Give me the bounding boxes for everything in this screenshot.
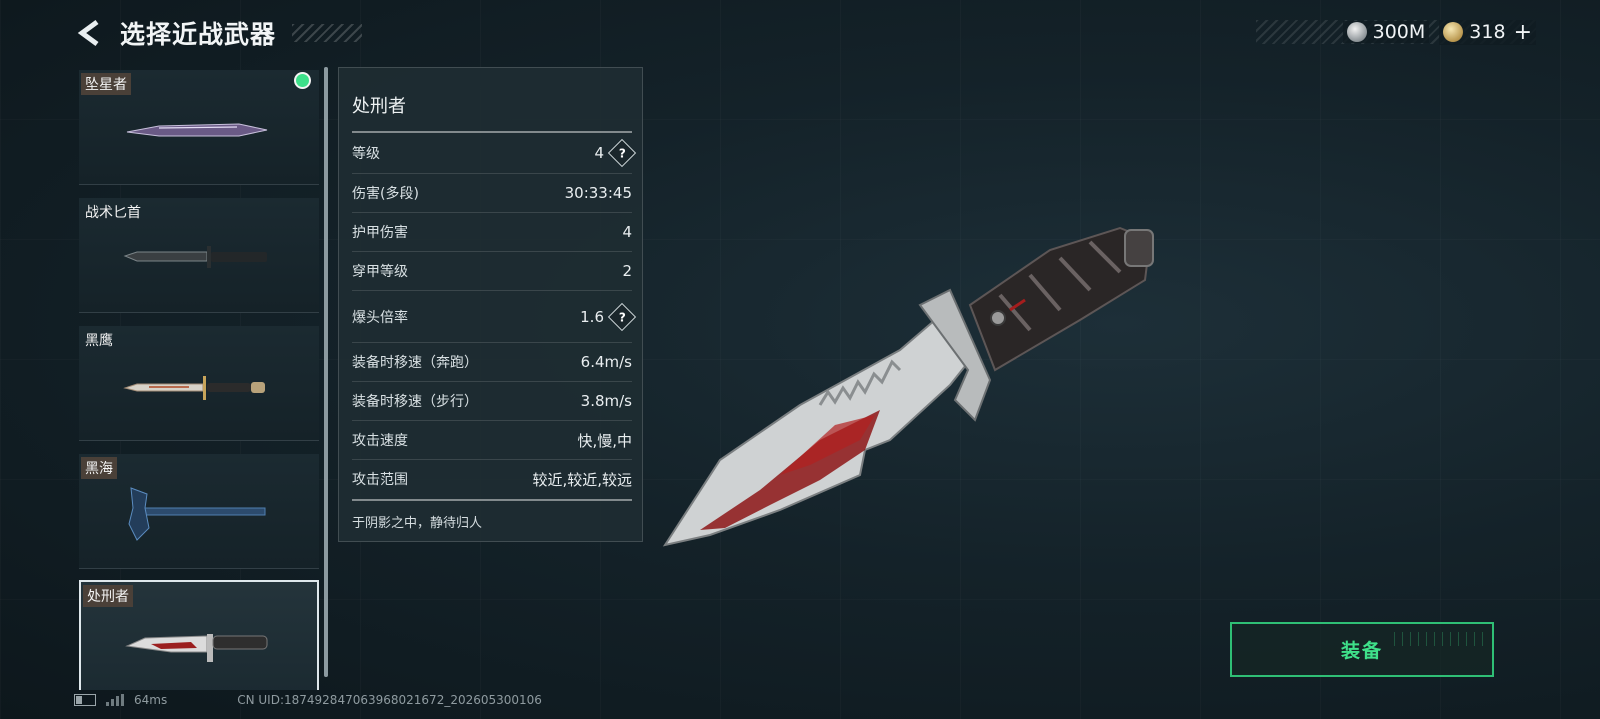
back-button[interactable] — [76, 18, 104, 48]
stat-label: 等级 — [352, 146, 380, 162]
stat-row-armor-damage: 护甲伤害 4 — [352, 220, 632, 244]
divider — [352, 459, 632, 460]
equip-button-label: 装备 — [1340, 640, 1383, 662]
stat-row-damage: 伤害(多段) 30:33:45 — [352, 181, 632, 205]
status-bar: 64ms CN UID:187492847063968021672_202605… — [74, 690, 542, 710]
divider — [352, 212, 632, 213]
stat-row-walk-speed: 装备时移速（步行） 3.8m/s — [352, 389, 632, 413]
stat-row-penetration-level: 穿甲等级 2 — [352, 259, 632, 283]
weapon-card-name: 坠星者 — [81, 73, 131, 95]
weapon-list-scrollbar[interactable] — [324, 67, 328, 677]
stat-value: 4 — [622, 223, 632, 241]
weapon-card-name: 黑鹰 — [85, 333, 113, 349]
currency-bar: 300M 318 + — [1256, 19, 1536, 45]
stat-value: 1.6 — [580, 308, 604, 326]
divider — [352, 131, 632, 133]
stat-label: 攻击范围 — [352, 472, 408, 488]
black-hawk-knife-icon — [123, 376, 265, 400]
stat-label: 爆头倍率 — [352, 310, 408, 326]
divider — [352, 173, 632, 174]
weapon-detail-panel: 处刑者 等级 4 ? 伤害(多段) 30:33:45 护甲伤害 4 穿甲等级 2… — [338, 67, 643, 542]
stat-row-headshot-multiplier: 爆头倍率 1.6 ? — [352, 302, 637, 332]
stat-label: 伤害(多段) — [352, 186, 419, 202]
weapon-card-name: 处刑者 — [83, 585, 133, 607]
starfaller-knife-icon — [126, 123, 268, 137]
gold-currency-value: 318 — [1469, 21, 1506, 43]
level-help-button[interactable]: ? — [607, 138, 637, 168]
title-decoration — [292, 24, 362, 42]
stat-label: 护甲伤害 — [352, 225, 408, 241]
divider — [352, 499, 632, 501]
add-currency-button[interactable]: + — [1514, 20, 1532, 45]
stat-row-attack-speed: 攻击速度 快,慢,中 — [352, 428, 632, 452]
stat-value: 30:33:45 — [564, 184, 632, 202]
button-decoration — [1394, 632, 1484, 646]
weapon-card-black-sea[interactable]: 黑海 — [79, 454, 319, 569]
ping-value: 64ms — [134, 693, 168, 707]
divider — [352, 251, 632, 252]
tactical-dagger-icon — [123, 246, 267, 268]
divider — [352, 342, 632, 343]
stat-value: 快,慢,中 — [577, 431, 632, 450]
weapon-list: 坠星者 战术匕首 黑鹰 黑海 处刑者 — [79, 70, 322, 690]
headshot-help-button[interactable]: ? — [607, 302, 637, 332]
executioner-knife-icon — [125, 634, 268, 662]
stat-row-level: 等级 4 ? — [352, 138, 637, 168]
weapon-detail-name: 处刑者 — [352, 96, 406, 117]
user-uid: CN UID:187492847063968021672_20260530010… — [237, 693, 542, 707]
executioner-knife-preview[interactable] — [650, 210, 1170, 570]
weapon-card-executioner[interactable]: 处刑者 — [79, 580, 319, 690]
stat-value: 3.8m/s — [580, 392, 632, 410]
stat-value: 2 — [622, 262, 632, 280]
stat-value: 较近,较近,较远 — [532, 470, 632, 489]
stat-label: 攻击速度 — [352, 433, 408, 449]
scrollbar-thumb[interactable] — [324, 67, 328, 677]
silver-currency-value: 300M — [1372, 21, 1426, 43]
stat-value: 6.4m/s — [580, 353, 632, 371]
divider — [352, 290, 632, 291]
page-title: 选择近战武器 — [120, 20, 277, 49]
signal-icon — [106, 694, 124, 706]
stat-row-run-speed: 装备时移速（奔跑） 6.4m/s — [352, 350, 632, 374]
back-arrow-icon — [77, 19, 99, 47]
black-sea-axe-icon — [128, 487, 266, 541]
weapon-card-starfaller[interactable]: 坠星者 — [79, 70, 319, 185]
stat-value: 4 — [594, 144, 604, 162]
weapon-card-tactical-dagger[interactable]: 战术匕首 — [79, 198, 319, 313]
equip-button[interactable]: 装备 — [1230, 622, 1494, 677]
help-icon: ? — [618, 146, 626, 160]
weapon-card-black-hawk[interactable]: 黑鹰 — [79, 326, 319, 441]
stat-row-attack-range: 攻击范围 较近,较近,较远 — [352, 467, 632, 491]
weapon-card-name: 黑海 — [81, 457, 117, 479]
battery-icon — [74, 694, 96, 706]
silver-currency: 300M — [1342, 21, 1430, 43]
divider — [352, 420, 632, 421]
gold-coin-icon — [1443, 22, 1464, 42]
weapon-card-name: 战术匕首 — [85, 205, 141, 221]
stat-label: 装备时移速（奔跑） — [352, 355, 478, 371]
equipped-indicator-icon — [296, 74, 309, 87]
divider — [352, 381, 632, 382]
stat-label: 装备时移速（步行） — [352, 394, 478, 410]
help-icon: ? — [618, 310, 626, 324]
gold-currency[interactable]: 318 + — [1439, 19, 1536, 45]
weapon-description: 于阴影之中，静待归人 — [352, 516, 483, 531]
silver-coin-icon — [1346, 22, 1367, 42]
stat-label: 穿甲等级 — [352, 264, 408, 280]
